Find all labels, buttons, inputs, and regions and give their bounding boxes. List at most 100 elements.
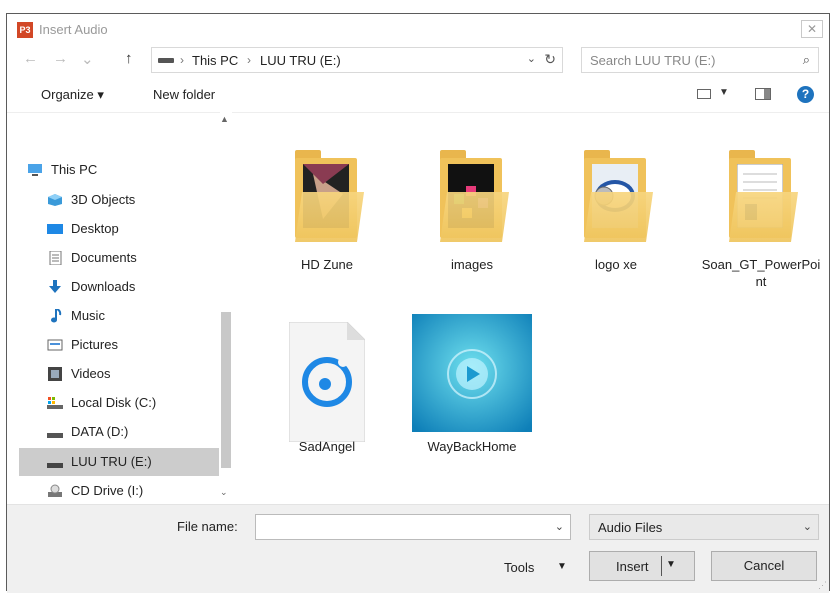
- breadcrumb-this-pc[interactable]: This PC: [192, 53, 238, 68]
- sidebar-item-this-pc[interactable]: This PC: [19, 156, 197, 184]
- sidebar-item-documents[interactable]: Documents: [39, 244, 217, 272]
- sidebar-item-label: Pictures: [71, 337, 118, 352]
- downloads-icon: [49, 280, 61, 293]
- navigation-bar: ← → ⌄ ↑ › This PC › LUU TRU (E:) ⌄ ↻ Sea…: [7, 44, 829, 76]
- sidebar-item-label: Local Disk (C:): [71, 395, 157, 410]
- folder-hd-zune[interactable]: HD Zune: [267, 142, 387, 292]
- preview-pane-icon[interactable]: [755, 88, 771, 100]
- folder-images[interactable]: images: [412, 142, 532, 292]
- sidebar-item-label: This PC: [51, 162, 98, 177]
- sidebar-item-label: Documents: [71, 250, 137, 265]
- search-placeholder: Search LUU TRU (E:): [590, 53, 716, 68]
- address-bar[interactable]: › This PC › LUU TRU (E:) ⌄ ↻: [151, 47, 563, 73]
- help-icon[interactable]: ?: [797, 86, 814, 103]
- sidebar-item-label: Desktop: [71, 221, 119, 236]
- navigation-pane-scrollbar[interactable]: ▲ ⌄: [220, 112, 232, 500]
- file-list: HD Zune images logo xe Soan_GT_PowerPoin…: [237, 112, 831, 500]
- album-art-thumbnail: [412, 312, 532, 432]
- sidebar-item-label: LUU TRU (E:): [71, 454, 152, 469]
- groove-music-file-icon: [267, 312, 387, 442]
- refresh-icon[interactable]: ↻: [544, 51, 556, 68]
- breadcrumb-separator: ›: [180, 53, 184, 67]
- pictures-icon: [47, 339, 63, 351]
- 3d-objects-icon: [48, 194, 62, 206]
- sidebar-item-videos[interactable]: Videos: [39, 360, 217, 388]
- command-toolbar: Organize ▾ New folder ▼ ?: [7, 78, 829, 113]
- sidebar-item-pictures[interactable]: Pictures: [39, 331, 217, 359]
- folder-icon: [701, 142, 821, 252]
- insert-button-label: Insert: [616, 559, 649, 574]
- file-name-label: Soan_GT_PowerPoint: [701, 257, 821, 289]
- drive-icon: [47, 463, 63, 468]
- back-arrow-icon[interactable]: ←: [23, 50, 38, 67]
- file-name-label: logo xe: [595, 257, 637, 272]
- tools-dropdown-icon[interactable]: ▼: [557, 561, 567, 572]
- sidebar-item-label: Music: [71, 308, 105, 323]
- up-arrow-icon[interactable]: ↑: [125, 50, 133, 67]
- resize-grip-icon[interactable]: ⋰: [818, 580, 827, 591]
- sidebar-item-luu-tru-e[interactable]: LUU TRU (E:): [19, 448, 219, 476]
- audio-file-waybackhome[interactable]: WayBackHome: [412, 312, 532, 462]
- sidebar-item-label: Videos: [71, 366, 111, 381]
- sidebar-item-3d-objects[interactable]: 3D Objects: [39, 186, 217, 214]
- change-view-icon[interactable]: [697, 89, 711, 99]
- sidebar-item-label: CD Drive (I:): [71, 483, 144, 498]
- new-folder-button[interactable]: New folder: [153, 87, 215, 102]
- insert-audio-dialog: P3 Insert Audio ✕ ← → ⌄ ↑ › This PC › LU…: [6, 13, 831, 593]
- folder-soan-gt-powerpoint[interactable]: Soan_GT_PowerPoint: [701, 142, 821, 312]
- sidebar-item-music[interactable]: Music: [39, 302, 217, 330]
- scrollbar-thumb[interactable]: [221, 312, 231, 468]
- dialog-title: Insert Audio: [39, 22, 108, 37]
- sidebar-item-data-d[interactable]: DATA (D:): [39, 418, 217, 446]
- close-button[interactable]: ✕: [801, 20, 823, 38]
- address-dropdown-icon[interactable]: ⌄: [527, 52, 536, 65]
- pc-icon: [28, 164, 42, 176]
- file-name-label: HD Zune: [300, 257, 354, 272]
- file-name-label: SadAngel: [298, 439, 356, 454]
- folder-icon: [412, 142, 532, 252]
- sidebar-item-local-disk-c[interactable]: Local Disk (C:): [39, 389, 217, 417]
- drive-icon: [47, 433, 63, 438]
- drive-icon: [158, 58, 174, 63]
- sidebar-item-cd-drive-i[interactable]: CD Drive (I:): [39, 477, 217, 505]
- navigation-pane: This PC 3D Objects Desktop Documents Dow…: [7, 112, 232, 500]
- scroll-up-icon[interactable]: ▲: [220, 114, 229, 124]
- sidebar-item-downloads[interactable]: Downloads: [39, 273, 217, 301]
- search-icon[interactable]: ⌕: [803, 52, 810, 68]
- folder-logo-xe[interactable]: logo xe: [556, 142, 676, 292]
- file-type-select[interactable]: Audio Files ⌄: [589, 514, 819, 540]
- cancel-button[interactable]: Cancel: [711, 551, 817, 581]
- sidebar-item-label: Downloads: [71, 279, 136, 294]
- powerpoint-app-icon: P3: [17, 22, 33, 38]
- desktop-icon: [47, 224, 63, 234]
- sidebar-item-label: DATA (D:): [71, 424, 129, 439]
- breadcrumb-separator: ›: [247, 53, 251, 67]
- tools-button[interactable]: Tools: [504, 560, 534, 575]
- dialog-footer: File name: ⌄ Audio Files ⌄ Tools ▼ Inser…: [7, 504, 829, 593]
- chevron-down-icon[interactable]: ⌄: [803, 520, 812, 533]
- chevron-down-icon[interactable]: ⌄: [81, 50, 94, 68]
- music-icon: [51, 309, 62, 323]
- insert-dropdown-icon[interactable]: ▼: [666, 559, 676, 570]
- title-bar: P3 Insert Audio ✕: [7, 14, 829, 44]
- chevron-down-icon[interactable]: ⌄: [555, 520, 564, 533]
- file-name-label: WayBackHome: [427, 439, 517, 454]
- organize-button[interactable]: Organize ▾: [41, 87, 104, 103]
- sidebar-item-desktop[interactable]: Desktop: [39, 215, 217, 243]
- local-disk-icon: [47, 397, 63, 409]
- split-divider: [661, 556, 662, 576]
- breadcrumb-luu-tru[interactable]: LUU TRU (E:): [260, 53, 341, 68]
- audio-file-sadangel[interactable]: SadAngel: [267, 312, 387, 462]
- search-input[interactable]: Search LUU TRU (E:) ⌕: [581, 47, 819, 73]
- cd-drive-icon: [48, 484, 62, 497]
- folder-icon: [267, 142, 387, 252]
- forward-arrow-icon[interactable]: →: [53, 50, 68, 67]
- insert-button[interactable]: Insert ▼: [589, 551, 695, 581]
- scroll-down-icon[interactable]: ⌄: [220, 487, 228, 498]
- documents-icon: [49, 251, 62, 265]
- view-options-dropdown-icon[interactable]: ▼: [719, 87, 729, 98]
- file-name-label: File name:: [177, 519, 238, 534]
- file-name-input[interactable]: ⌄: [255, 514, 571, 540]
- folder-icon: [556, 142, 676, 252]
- videos-icon: [48, 367, 62, 381]
